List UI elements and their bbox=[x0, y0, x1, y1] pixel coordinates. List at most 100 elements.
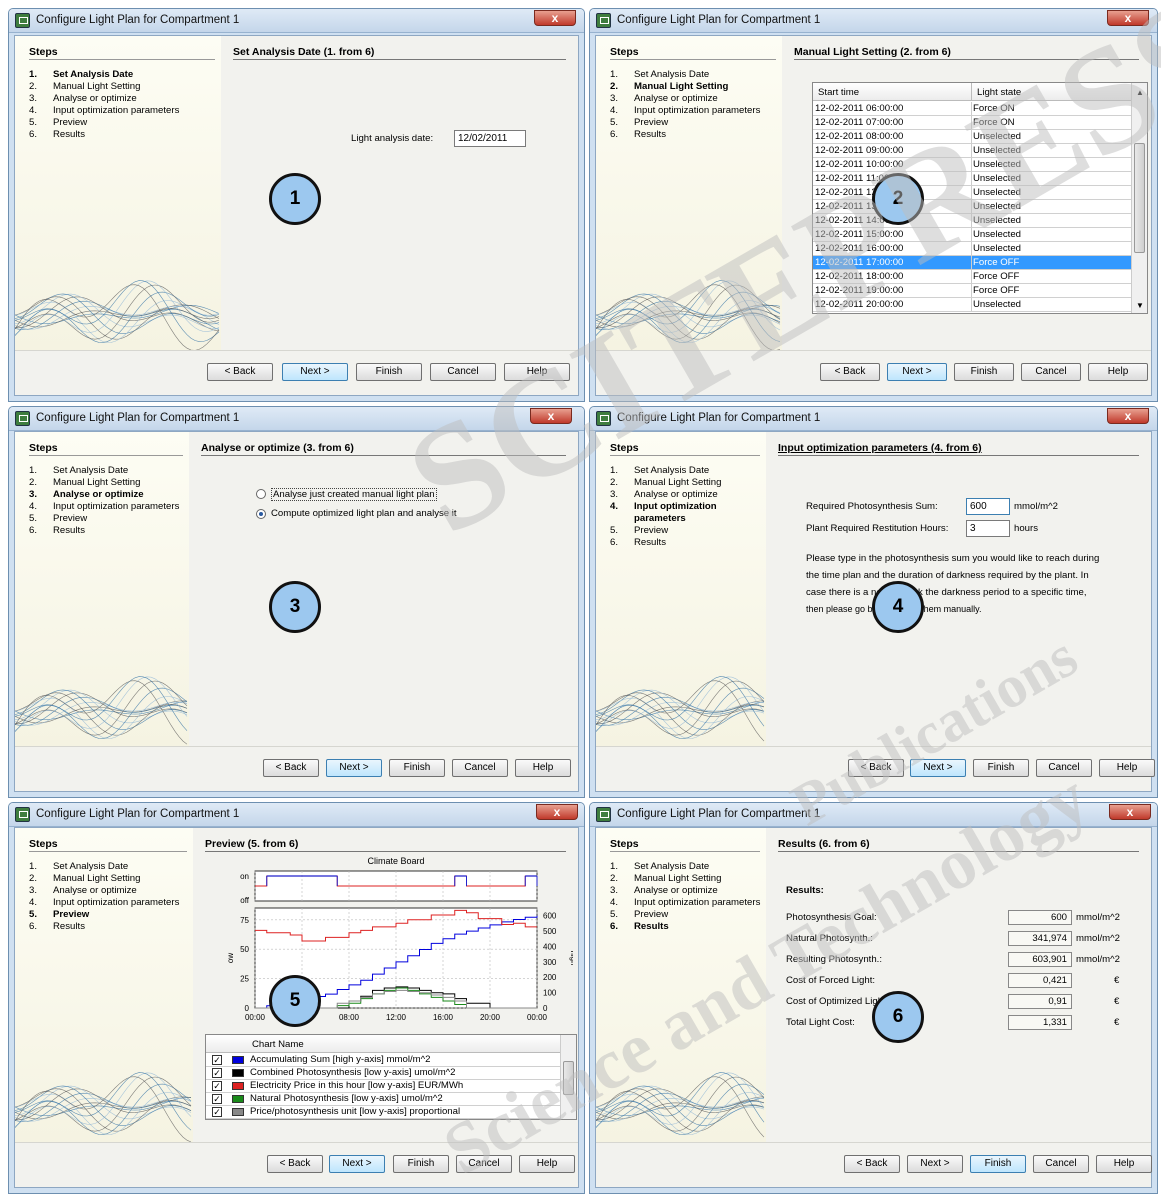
legend-row[interactable]: ✓ Electricity Price in this hour [low y-a… bbox=[206, 1080, 560, 1093]
photosynthesis-sum-input[interactable]: 600 bbox=[966, 498, 1010, 515]
table-row[interactable]: 12-02-2011 06:00:00 Force ON bbox=[813, 102, 1131, 116]
back-button[interactable]: < Back bbox=[848, 759, 904, 777]
table-row[interactable]: 12-02-2011 17:00:00 Force OFF bbox=[813, 256, 1131, 270]
series-visible-checkbox[interactable]: ✓ bbox=[212, 1107, 222, 1117]
table-row[interactable]: 12-02-2011 16:00:00 Unselected bbox=[813, 242, 1131, 256]
back-button[interactable]: < Back bbox=[263, 759, 319, 777]
table-row[interactable]: 12-02-2011 11:00:00 Unselected bbox=[813, 172, 1131, 186]
legend-row[interactable]: ✓ Price/photosynthesis unit [low y-axis] … bbox=[206, 1106, 560, 1119]
back-button[interactable]: < Back bbox=[820, 363, 880, 381]
help-button[interactable]: Help bbox=[1088, 363, 1148, 381]
table-row[interactable]: 12-02-2011 10:00:00 Unselected bbox=[813, 158, 1131, 172]
finish-button[interactable]: Finish bbox=[389, 759, 445, 777]
next-button[interactable]: Next > bbox=[887, 363, 947, 381]
scroll-thumb[interactable] bbox=[1134, 143, 1145, 253]
restitution-hours-input[interactable]: 3 bbox=[966, 520, 1010, 537]
cell-light-state[interactable]: Unselected bbox=[973, 229, 1021, 240]
help-button[interactable]: Help bbox=[515, 759, 571, 777]
close-icon[interactable]: x bbox=[534, 10, 576, 26]
cell-light-state[interactable]: Unselected bbox=[973, 131, 1021, 142]
column-header-start-time[interactable]: Start time bbox=[818, 87, 859, 98]
compute-optimized-label[interactable]: Compute optimized light plan and analyse… bbox=[271, 508, 457, 519]
series-visible-checkbox[interactable]: ✓ bbox=[212, 1094, 222, 1104]
cell-light-state[interactable]: Force OFF bbox=[973, 271, 1019, 282]
light-schedule-table[interactable]: Start time Light state 12-02-2011 06:00:… bbox=[812, 82, 1148, 314]
next-button[interactable]: Next > bbox=[326, 759, 382, 777]
table-scrollbar[interactable]: ▲ ▼ bbox=[1131, 83, 1147, 313]
scroll-down-icon[interactable]: ▼ bbox=[1136, 301, 1144, 310]
table-row[interactable]: 12-02-2011 07:00:00 Force ON bbox=[813, 116, 1131, 130]
back-button[interactable]: < Back bbox=[844, 1155, 900, 1173]
divider bbox=[233, 59, 566, 60]
cell-light-state[interactable]: Unselected bbox=[973, 299, 1021, 310]
analysis-date-input[interactable]: 12/02/2011 bbox=[454, 130, 526, 147]
table-row[interactable]: 12-02-2011 14:00:00 Unselected bbox=[813, 214, 1131, 228]
cell-light-state[interactable]: Unselected bbox=[973, 243, 1021, 254]
finish-button[interactable]: Finish bbox=[393, 1155, 449, 1173]
table-row[interactable]: 12-02-2011 18:00:00 Force OFF bbox=[813, 270, 1131, 284]
cell-light-state[interactable]: Unselected bbox=[973, 201, 1021, 212]
series-visible-checkbox[interactable]: ✓ bbox=[212, 1081, 222, 1091]
next-button[interactable]: Next > bbox=[329, 1155, 385, 1173]
close-icon[interactable]: x bbox=[1107, 408, 1149, 424]
next-button[interactable]: Next > bbox=[282, 363, 348, 381]
finish-button[interactable]: Finish bbox=[954, 363, 1014, 381]
cell-light-state[interactable]: Force ON bbox=[973, 103, 1015, 114]
close-icon[interactable]: x bbox=[1107, 10, 1149, 26]
compute-optimized-radio[interactable] bbox=[256, 509, 266, 519]
chart-legend-table[interactable]: Chart Name ✓ Accumulating Sum [high y-axi… bbox=[205, 1034, 577, 1120]
help-button[interactable]: Help bbox=[504, 363, 570, 381]
cell-light-state[interactable]: Unselected bbox=[973, 159, 1021, 170]
scroll-up-icon[interactable]: ▲ bbox=[1136, 88, 1144, 97]
analyse-manual-label[interactable]: Analyse just created manual light plan bbox=[271, 488, 437, 501]
cell-light-state[interactable]: Unselected bbox=[973, 187, 1021, 198]
photosynthesis-unit: mmol/m^2 bbox=[1014, 501, 1058, 512]
table-row[interactable]: 12-02-2011 19:00:00 Force OFF bbox=[813, 284, 1131, 298]
button-bar: < Back Next > Finish Cancel Help bbox=[15, 1142, 578, 1187]
cancel-button[interactable]: Cancel bbox=[430, 363, 496, 381]
help-button[interactable]: Help bbox=[1099, 759, 1155, 777]
decorative-waves bbox=[15, 676, 188, 745]
window-title: Configure Light Plan for Compartment 1 bbox=[36, 14, 240, 26]
cell-light-state[interactable]: Unselected bbox=[973, 173, 1021, 184]
legend-row[interactable]: ✓ Combined Photosynthesis [low y-axis] um… bbox=[206, 1067, 560, 1080]
cell-light-state[interactable]: Force OFF bbox=[973, 257, 1019, 268]
cell-light-state[interactable]: Unselected bbox=[973, 145, 1021, 156]
cancel-button[interactable]: Cancel bbox=[1033, 1155, 1089, 1173]
series-visible-checkbox[interactable]: ✓ bbox=[212, 1068, 222, 1078]
next-button[interactable]: Next > bbox=[910, 759, 966, 777]
cell-light-state[interactable]: Force OFF bbox=[973, 285, 1019, 296]
cell-start-time: 12-02-2011 20:00:00 bbox=[815, 299, 904, 310]
cancel-button[interactable]: Cancel bbox=[456, 1155, 512, 1173]
table-row[interactable]: 12-02-2011 15:00:00 Unselected bbox=[813, 228, 1131, 242]
scroll-thumb[interactable] bbox=[563, 1061, 574, 1095]
table-row[interactable]: 12-02-2011 12:00:00 Unselected bbox=[813, 186, 1131, 200]
back-button[interactable]: < Back bbox=[267, 1155, 323, 1173]
table-row[interactable]: 12-02-2011 20:00:00 Unselected bbox=[813, 298, 1131, 312]
finish-button[interactable]: Finish bbox=[356, 363, 422, 381]
finish-button[interactable]: Finish bbox=[970, 1155, 1026, 1173]
help-button[interactable]: Help bbox=[1096, 1155, 1152, 1173]
title-bar: Configure Light Plan for Compartment 1 x bbox=[590, 9, 1157, 33]
legend-scrollbar[interactable] bbox=[560, 1035, 576, 1119]
table-row[interactable]: 12-02-2011 09:00:00 Unselected bbox=[813, 144, 1131, 158]
next-button[interactable]: Next > bbox=[907, 1155, 963, 1173]
cancel-button[interactable]: Cancel bbox=[1021, 363, 1081, 381]
back-button[interactable]: < Back bbox=[207, 363, 273, 381]
table-row[interactable]: 12-02-2011 08:00:00 Unselected bbox=[813, 130, 1131, 144]
column-header-light-state[interactable]: Light state bbox=[977, 87, 1021, 98]
cell-light-state[interactable]: Unselected bbox=[973, 215, 1021, 226]
analyse-manual-radio[interactable] bbox=[256, 489, 266, 499]
legend-row[interactable]: ✓ Natural Photosynthesis [low y-axis] umo… bbox=[206, 1093, 560, 1106]
finish-button[interactable]: Finish bbox=[973, 759, 1029, 777]
close-icon[interactable]: x bbox=[536, 804, 578, 820]
table-row[interactable]: 12-02-2011 13:00:00 Unselected bbox=[813, 200, 1131, 214]
close-icon[interactable]: x bbox=[530, 408, 572, 424]
cell-light-state[interactable]: Force ON bbox=[973, 117, 1015, 128]
series-visible-checkbox[interactable]: ✓ bbox=[212, 1055, 222, 1065]
legend-row[interactable]: ✓ Accumulating Sum [high y-axis] mmol/m^2 bbox=[206, 1054, 560, 1067]
help-button[interactable]: Help bbox=[519, 1155, 575, 1173]
cancel-button[interactable]: Cancel bbox=[452, 759, 508, 777]
cancel-button[interactable]: Cancel bbox=[1036, 759, 1092, 777]
close-icon[interactable]: x bbox=[1109, 804, 1151, 820]
